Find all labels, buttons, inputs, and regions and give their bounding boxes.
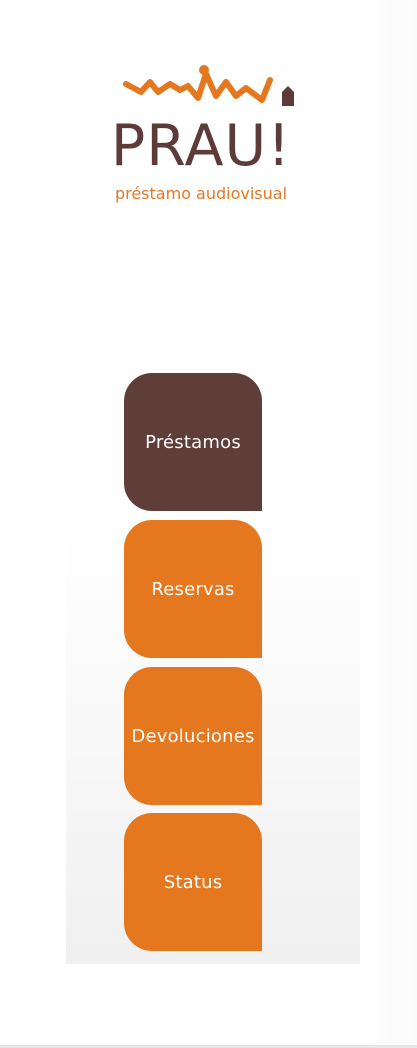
scrollbar-shadow	[361, 0, 417, 1048]
footer-panel	[66, 964, 360, 1044]
status-button[interactable]: Status	[124, 813, 262, 951]
reservas-button[interactable]: Reservas	[124, 520, 262, 658]
logo-title: PRAU!	[110, 113, 292, 179]
prestamos-button[interactable]: Préstamos	[124, 373, 262, 511]
devoluciones-button[interactable]: Devoluciones	[124, 667, 262, 805]
prau-logo: PRAU! préstamo audiovisual	[96, 62, 306, 212]
logo-subtitle: préstamo audiovisual	[114, 184, 288, 203]
